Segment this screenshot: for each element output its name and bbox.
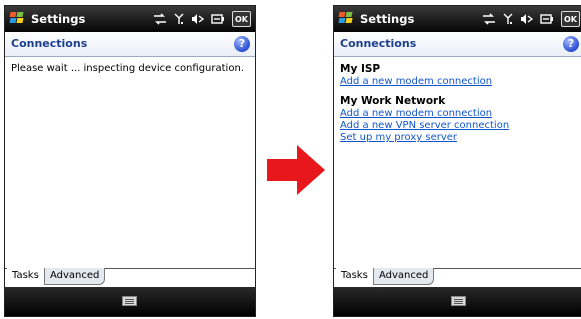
menu-bar bbox=[5, 287, 255, 316]
ok-button[interactable]: OK bbox=[232, 11, 251, 27]
connection-group-isp: My ISP Add a new modem connection bbox=[340, 63, 578, 88]
group-title: My Work Network bbox=[340, 95, 446, 107]
content-area: My ISP Add a new modem connection My Wor… bbox=[334, 57, 581, 246]
windows-start-icon[interactable] bbox=[338, 12, 354, 25]
status-icons: OK bbox=[153, 10, 251, 28]
status-icons: OK bbox=[482, 10, 580, 28]
app-title: Settings bbox=[31, 12, 86, 26]
header-bar: Connections ? bbox=[5, 32, 255, 57]
group-title: My ISP bbox=[340, 63, 381, 75]
tab-tasks[interactable]: Tasks bbox=[7, 268, 44, 284]
app-title: Settings bbox=[360, 12, 415, 26]
page-title: Connections bbox=[340, 37, 417, 50]
battery-icon[interactable] bbox=[211, 13, 225, 25]
connectivity-icon[interactable] bbox=[153, 13, 167, 25]
tab-tasks[interactable]: Tasks bbox=[336, 268, 373, 284]
tab-strip: Tasks Advanced bbox=[334, 268, 581, 287]
help-icon[interactable]: ? bbox=[563, 36, 579, 52]
tab-advanced[interactable]: Advanced bbox=[44, 268, 106, 285]
connection-group-work: My Work Network Add a new modem connecti… bbox=[340, 95, 578, 144]
keyboard-icon[interactable] bbox=[122, 296, 137, 306]
help-icon[interactable]: ? bbox=[234, 36, 250, 52]
add-modem-connection-link[interactable]: Add a new modem connection bbox=[340, 108, 578, 120]
add-vpn-connection-link[interactable]: Add a new VPN server connection bbox=[340, 120, 578, 132]
title-bar: Settings OK bbox=[5, 6, 255, 32]
page-title: Connections bbox=[11, 37, 88, 50]
keyboard-icon[interactable] bbox=[451, 296, 466, 306]
tab-strip: Tasks Advanced bbox=[5, 268, 255, 287]
title-bar: Settings OK bbox=[334, 6, 581, 32]
battery-icon[interactable] bbox=[540, 13, 554, 25]
connectivity-icon[interactable] bbox=[482, 13, 496, 25]
tab-advanced[interactable]: Advanced bbox=[373, 268, 435, 285]
volume-icon[interactable] bbox=[191, 13, 204, 25]
left-device-screen: Settings OK Connections ? Please wait ..… bbox=[4, 5, 256, 317]
status-message: Please wait ... inspecting device config… bbox=[11, 63, 244, 74]
ok-button[interactable]: OK bbox=[561, 11, 580, 27]
signal-icon[interactable] bbox=[174, 13, 184, 25]
add-modem-connection-link[interactable]: Add a new modem connection bbox=[340, 76, 578, 88]
windows-start-icon[interactable] bbox=[9, 12, 25, 25]
volume-icon[interactable] bbox=[520, 13, 533, 25]
signal-icon[interactable] bbox=[503, 13, 513, 25]
menu-bar bbox=[334, 287, 581, 316]
header-bar: Connections ? bbox=[334, 32, 581, 57]
content-area: Please wait ... inspecting device config… bbox=[5, 57, 255, 246]
proxy-server-link[interactable]: Set up my proxy server bbox=[340, 132, 578, 144]
right-device-screen: Settings OK Connections ? My ISP Add a n… bbox=[333, 5, 581, 317]
right-arrow-icon bbox=[267, 145, 325, 195]
